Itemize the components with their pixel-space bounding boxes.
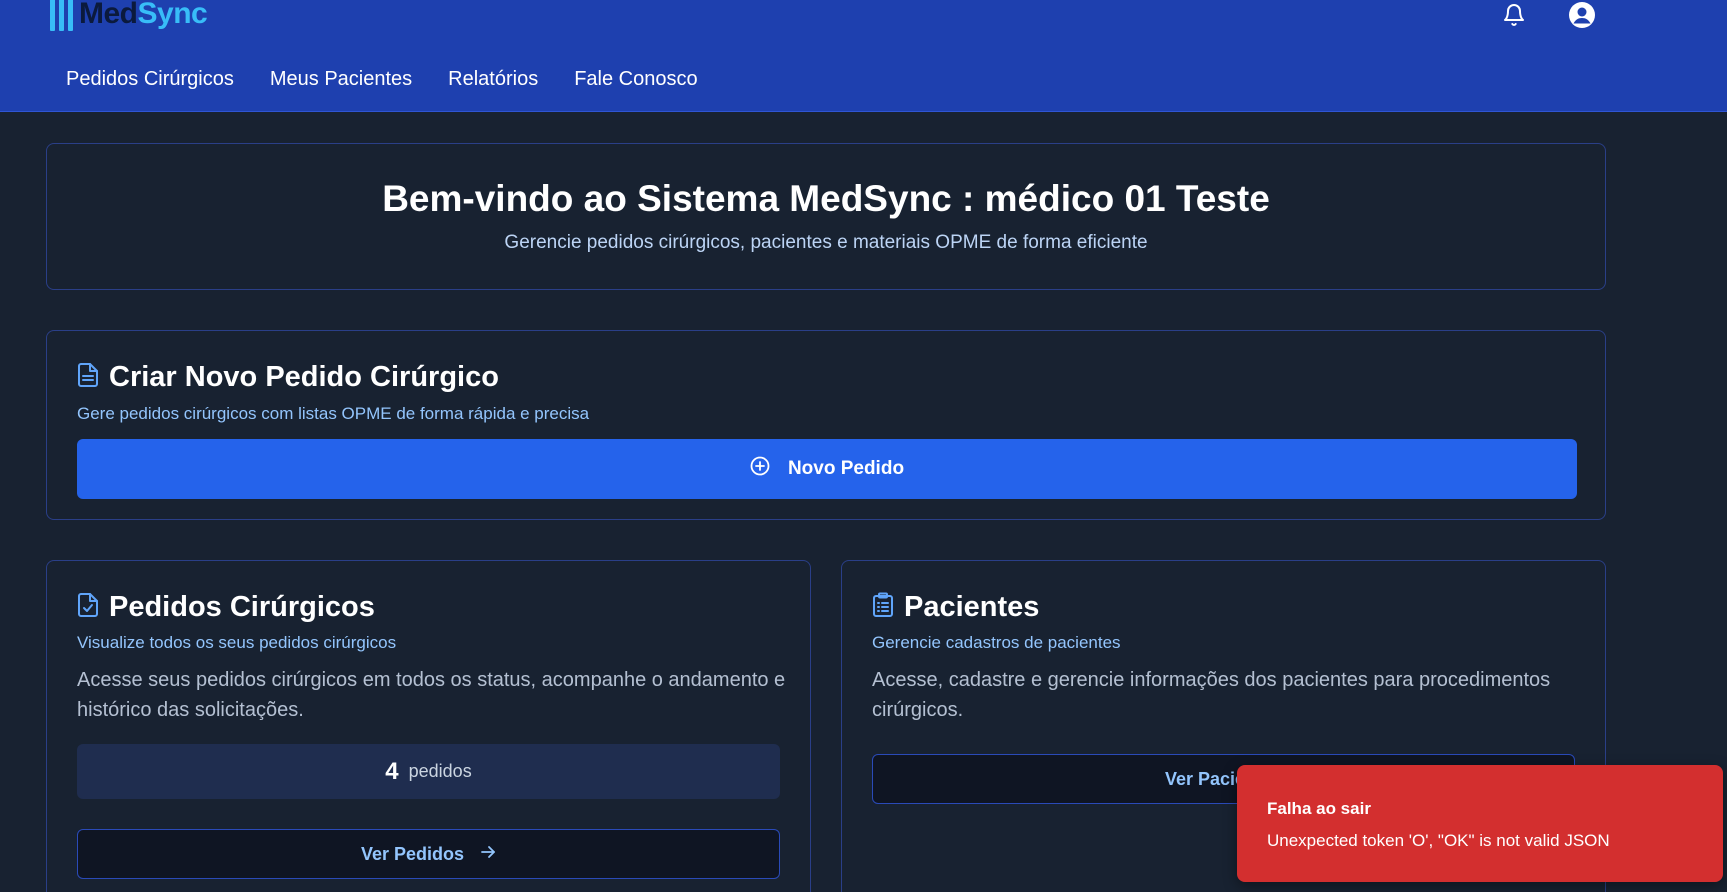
view-orders-button-label: Ver Pedidos [360, 843, 465, 864]
welcome-card: Bem-vindo ao Sistema MedSync : médico 01… [46, 143, 1606, 290]
document-icon [77, 362, 99, 393]
main-nav: Pedidos Cirúrgicos Meus Pacientes Relató… [48, 62, 716, 97]
top-header: MedSync Pedidos Cirúrgicos Meus Paciente… [0, 0, 1727, 112]
create-order-card: Criar Novo Pedido Cirúrgico Gere pedidos… [46, 330, 1606, 520]
page-title: Bem-vindo ao Sistema MedSync : médico 01… [382, 178, 1270, 219]
plus-circle-icon [750, 456, 770, 482]
patients-description: Acesse, cadastre e gerencie informações … [872, 669, 1551, 721]
nav-item-meus-pacientes[interactable]: Meus Pacientes [252, 62, 430, 97]
header-actions [1499, 0, 1597, 30]
view-orders-button[interactable]: Ver Pedidos [77, 829, 780, 879]
toast-message: Unexpected token 'O', "OK" is not valid … [1267, 831, 1610, 850]
nav-item-fale-conosco[interactable]: Fale Conosco [556, 62, 715, 97]
orders-subtitle: Visualize todos os seus pedidos cirúrgic… [77, 633, 397, 652]
orders-description: Acesse seus pedidos cirúrgicos em todos … [77, 669, 786, 721]
clipboard-list-icon [872, 592, 894, 623]
orders-count-value: 4 [385, 757, 399, 785]
document-check-icon [77, 592, 99, 623]
nav-item-relatorios[interactable]: Relatórios [430, 62, 556, 97]
orders-card: Pedidos Cirúrgicos Visualize todos os se… [46, 560, 811, 892]
orders-heading: Pedidos Cirúrgicos [77, 591, 375, 624]
logo-text-med: Med [79, 0, 138, 30]
nav-item-pedidos-cirurgicos[interactable]: Pedidos Cirúrgicos [48, 62, 252, 97]
create-order-subtitle: Gere pedidos cirúrgicos com listas OPME … [77, 404, 590, 423]
logo-text-sync: Sync [137, 0, 208, 30]
patients-subtitle: Gerencie cadastros de pacientes [872, 633, 1121, 652]
bell-icon[interactable] [1499, 0, 1529, 30]
medsync-logo[interactable]: MedSync [50, 0, 208, 34]
logo-mark [50, 0, 73, 31]
create-order-heading: Criar Novo Pedido Cirúrgico [77, 361, 499, 394]
new-order-button[interactable]: Novo Pedido [77, 439, 1577, 499]
orders-count-badge: 4 pedidos [77, 744, 780, 799]
patients-heading: Pacientes [872, 591, 1039, 624]
patients-title: Pacientes [904, 591, 1040, 623]
arrow-right-icon [480, 844, 496, 865]
page-subtitle: Gerencie pedidos cirúrgicos, pacientes e… [504, 232, 1148, 253]
toast-title: Falha ao sair [1267, 799, 1371, 818]
new-order-button-label: Novo Pedido [787, 458, 905, 479]
create-order-title: Criar Novo Pedido Cirúrgico [109, 361, 499, 393]
orders-title: Pedidos Cirúrgicos [109, 591, 375, 623]
orders-count-label: pedidos [408, 761, 472, 781]
error-toast[interactable]: Falha ao sair Unexpected token 'O', "OK"… [1237, 765, 1723, 882]
logo-text: MedSync [79, 0, 208, 31]
user-circle-icon[interactable] [1567, 0, 1597, 30]
